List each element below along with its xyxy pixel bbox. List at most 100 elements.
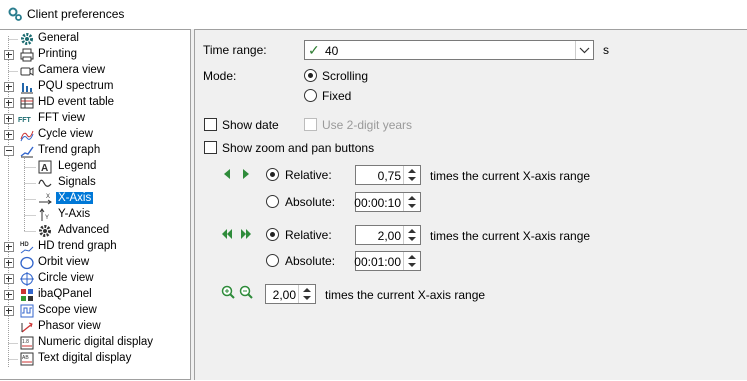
tree-item-label: Legend	[58, 160, 97, 172]
y-axis-icon: Y	[39, 208, 49, 221]
spin-down-icon[interactable]	[408, 263, 416, 267]
expand-icon[interactable]	[4, 98, 14, 108]
gear-icon	[21, 33, 33, 45]
page-absolute-label[interactable]: Absolute:	[285, 254, 335, 268]
page-relative-spinner[interactable]: 2,00	[355, 225, 421, 245]
mode-scrolling-label[interactable]: Scrolling	[322, 69, 368, 83]
table-icon	[20, 97, 34, 109]
time-range-combo[interactable]: ✓ 40	[304, 40, 594, 60]
show-zoom-checkbox[interactable]	[204, 141, 217, 154]
spin-down-icon[interactable]	[408, 204, 416, 208]
tree-item-label: FFT view	[38, 112, 86, 124]
numeric-display-icon: 1.8	[20, 336, 34, 350]
step-absolute-spinner[interactable]: 00:00:10	[354, 192, 421, 212]
tree-item-label: HD trend graph	[38, 240, 117, 252]
svg-text:X: X	[46, 194, 50, 200]
spin-down-icon[interactable]	[408, 177, 416, 181]
expand-icon[interactable]	[4, 274, 14, 284]
mode-fixed-label[interactable]: Fixed	[322, 89, 351, 103]
spinner-buttons[interactable]	[403, 166, 420, 184]
text-display-icon: AB	[20, 352, 34, 366]
use-2digit-label: Use 2-digit years	[322, 118, 413, 132]
expand-icon[interactable]	[4, 306, 14, 316]
chevron-down-icon	[579, 47, 590, 54]
svg-text:AB: AB	[22, 355, 29, 361]
tree-item-label: PQU spectrum	[38, 80, 114, 92]
tree-item-label: Y-Axis	[58, 208, 91, 220]
mode-label: Mode:	[203, 69, 237, 83]
gears-icon	[8, 7, 22, 21]
expand-icon[interactable]	[4, 50, 14, 60]
tree-item-label: Trend graph	[38, 144, 101, 156]
tree-item-label: Advanced	[58, 224, 110, 236]
step-relative-label[interactable]: Relative:	[285, 168, 332, 182]
dropdown-button[interactable]	[575, 41, 593, 59]
spinner-value: 2,00	[377, 229, 401, 243]
page-relative-suffix: times the current X-axis range	[430, 229, 591, 243]
spin-up-icon[interactable]	[408, 169, 416, 173]
tree-item-label: HD event table	[38, 96, 115, 108]
scope-icon	[20, 304, 34, 318]
spinner-buttons[interactable]	[403, 252, 420, 270]
show-date-label[interactable]: Show date	[222, 118, 279, 132]
expand-icon[interactable]	[4, 82, 14, 92]
expand-icon[interactable]	[4, 114, 14, 124]
orbit-icon	[20, 256, 34, 270]
mode-fixed-radio[interactable]	[304, 89, 317, 102]
page-absolute-radio[interactable]	[266, 254, 279, 267]
expand-icon[interactable]	[4, 130, 14, 140]
svg-text:Y: Y	[45, 215, 49, 221]
page-relative-label[interactable]: Relative:	[285, 228, 332, 242]
qpanel-icon	[21, 289, 33, 301]
tree-item-label: Scope view	[38, 304, 97, 316]
circle-view-icon	[20, 272, 34, 286]
camera-icon	[20, 67, 34, 76]
mode-scrolling-radio[interactable]	[304, 69, 317, 82]
step-relative-radio[interactable]	[266, 168, 279, 181]
tree-item-label: ibaQPanel	[38, 288, 92, 300]
show-zoom-label[interactable]: Show zoom and pan buttons	[222, 141, 374, 155]
spin-up-icon[interactable]	[303, 288, 311, 292]
title-bar: Client preferences	[0, 0, 747, 28]
spin-up-icon[interactable]	[408, 196, 416, 200]
spinner-buttons[interactable]	[403, 193, 420, 211]
page-absolute-spinner[interactable]: 00:01:00	[354, 251, 421, 271]
svg-text:A: A	[41, 163, 48, 174]
step-absolute-radio[interactable]	[266, 195, 279, 208]
spinner-value: 00:00:10	[354, 196, 401, 210]
collapse-icon[interactable]	[4, 146, 14, 156]
preferences-tree[interactable]: General Printing Camera view PQU spectru…	[0, 29, 191, 380]
time-range-unit: s	[603, 43, 609, 57]
spinner-buttons[interactable]	[298, 285, 315, 303]
tree-item-label: General	[38, 32, 79, 44]
show-date-checkbox[interactable]	[204, 118, 217, 131]
tree-item-label: Numeric digital display	[38, 336, 154, 348]
page-relative-radio[interactable]	[266, 228, 279, 241]
expand-icon[interactable]	[4, 258, 14, 268]
spin-down-icon[interactable]	[303, 296, 311, 300]
zoom-factor-spinner[interactable]: 2,00	[265, 284, 316, 304]
expand-icon[interactable]	[4, 290, 14, 300]
spin-up-icon[interactable]	[408, 229, 416, 233]
step-absolute-label[interactable]: Absolute:	[285, 195, 335, 209]
tree-item-label: Signals	[58, 176, 96, 188]
step-relative-suffix: times the current X-axis range	[430, 169, 591, 183]
tree-item-label: Phasor view	[38, 320, 101, 332]
tree-item-label: Printing	[38, 48, 77, 60]
zoom-suffix: times the current X-axis range	[325, 288, 486, 302]
spin-up-icon[interactable]	[408, 255, 416, 259]
time-range-value: 40	[325, 44, 339, 58]
gear-icon	[39, 225, 51, 237]
spinner-value: 0,75	[377, 169, 401, 183]
expand-icon[interactable]	[4, 242, 14, 252]
tree-item-label: X-Axis	[56, 192, 94, 204]
spinner-buttons[interactable]	[403, 226, 420, 244]
step-relative-spinner[interactable]: 0,75	[355, 165, 421, 185]
hd-trend-icon: HD	[20, 242, 34, 254]
phasor-icon	[21, 322, 33, 333]
zoom-in-out-icon	[221, 285, 253, 299]
svg-text:FFT: FFT	[18, 117, 32, 124]
spin-down-icon[interactable]	[408, 237, 416, 241]
spinner-value: 2,00	[272, 288, 296, 302]
checkmark-icon: ✓	[308, 42, 320, 58]
